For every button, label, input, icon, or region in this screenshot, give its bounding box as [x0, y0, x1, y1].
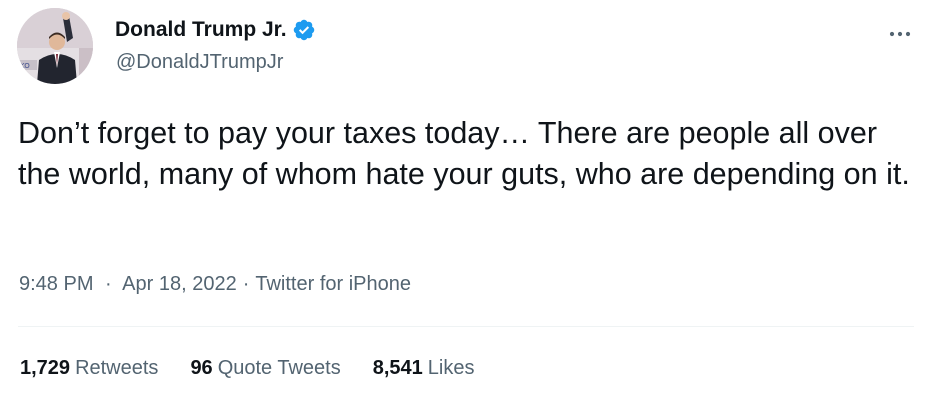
more-options-button[interactable]	[888, 22, 912, 46]
retweets-label: Retweets	[75, 357, 159, 379]
meta-separator: ·	[242, 273, 250, 295]
verified-badge-icon	[292, 18, 316, 42]
avatar[interactable]: KO	[17, 8, 93, 84]
likes-label: Likes	[427, 357, 475, 379]
meta-separator: ·	[105, 273, 112, 295]
tweet-date: Apr 18, 2022	[122, 273, 237, 295]
quote-tweets-count: 96	[190, 357, 213, 379]
tweet-meta: 9:48 PM · Apr 18, 2022 · Twitter for iPh…	[19, 273, 411, 296]
tweet-source-link[interactable]: Twitter for iPhone	[255, 273, 411, 296]
avatar-photo-icon: KO	[17, 8, 93, 84]
divider	[18, 326, 914, 327]
tweet-time: 9:48 PM	[19, 273, 94, 295]
likes-stat-link[interactable]: 8,541 Likes	[373, 357, 475, 380]
author-name-row: Donald Trump Jr.	[115, 17, 316, 43]
tweet-card: KO Donald Trump Jr. @DonaldJTrumpJr Don’…	[0, 0, 939, 407]
author-display-name[interactable]: Donald Trump Jr.	[115, 18, 287, 42]
retweets-stat-link[interactable]: 1,729 Retweets	[20, 357, 158, 380]
tweet-text: Don’t forget to pay your taxes today… Th…	[18, 116, 910, 191]
more-horizontal-icon	[889, 31, 911, 37]
quote-tweets-label: Quote Tweets	[217, 357, 341, 379]
tweet-timestamp-link[interactable]: 9:48 PM · Apr 18, 2022	[19, 273, 237, 296]
tweet-stats: 1,729 Retweets 96 Quote Tweets 8,541 Lik…	[20, 357, 507, 380]
author-handle[interactable]: @DonaldJTrumpJr	[116, 51, 283, 74]
quote-tweets-stat-link[interactable]: 96 Quote Tweets	[190, 357, 340, 380]
svg-text:KO: KO	[20, 62, 30, 70]
retweets-count: 1,729	[20, 357, 71, 379]
likes-count: 8,541	[372, 357, 423, 379]
